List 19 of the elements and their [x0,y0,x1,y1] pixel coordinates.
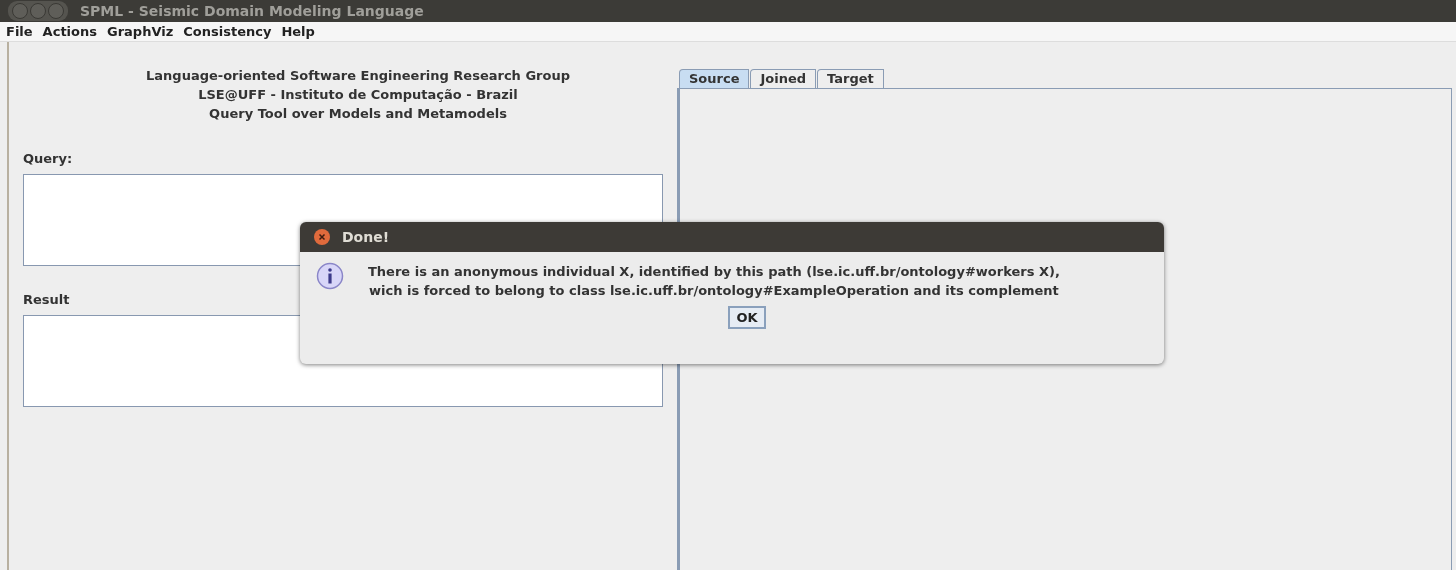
field-label: Query: [23,151,73,166]
header-text: Language-oriented Software Engineering Research Group [146,68,570,83]
info-icon [316,262,344,290]
ok-button[interactable]: OK [728,306,766,329]
header-text: Query Tool over Models and Metamodels [209,106,507,121]
menu-item[interactable]: GraphViz [107,24,174,39]
dialog-title: Done! [342,229,390,245]
menu-item[interactable]: File [6,24,33,39]
tab[interactable]: Joined [750,69,817,88]
field-label: Result [23,292,70,307]
header-text: LSE@UFF - Instituto de Computação - Brazil [198,87,518,102]
menu-item[interactable]: Consistency [183,24,272,39]
tab[interactable]: Source [679,69,750,88]
window-title: SPML - Seismic Domain Modeling Language [80,3,424,19]
menu-item[interactable]: Help [281,24,315,39]
dialog-message: wich is forced to belong to class lse.ic.uff.br/ontology#ExampleOperation and its complement [369,283,1059,298]
menu-item[interactable]: Actions [42,24,97,39]
dialog-message: There is an anonymous individual X, identified by this path (lse.ic.uff.br/ontology#workers X), [368,264,1060,279]
tab[interactable]: Target [817,69,884,88]
